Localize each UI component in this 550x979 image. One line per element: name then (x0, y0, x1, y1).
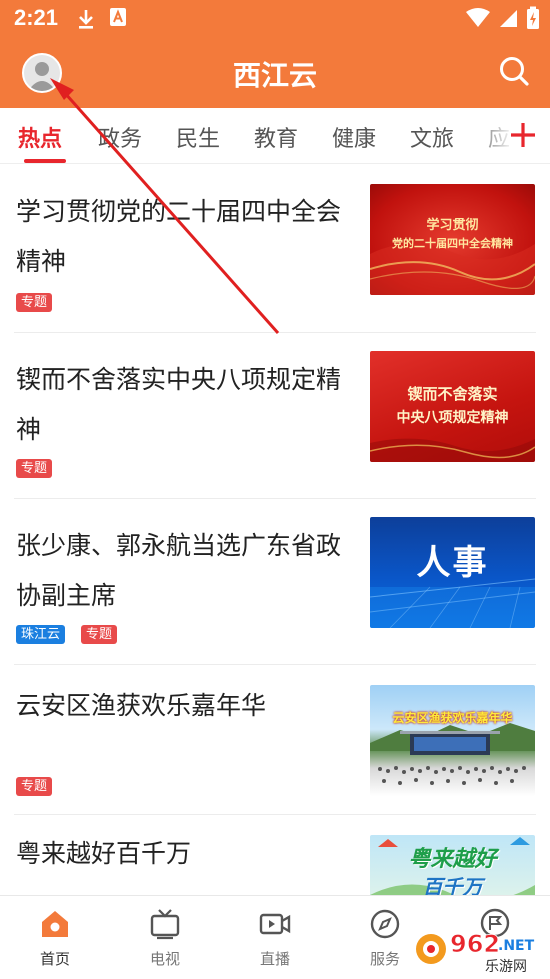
nav-live[interactable]: 直播 (220, 896, 330, 979)
thumb-caption-line1: 学习贯彻 (426, 218, 479, 233)
list-item[interactable]: 张少康、郭永航当选广东省政协副主席 珠江云 专题 人事 (0, 499, 550, 665)
a-badge-icon (110, 8, 126, 26)
news-thumbnail[interactable]: 学习贯彻 党的二十届四中全会精神 (370, 184, 535, 295)
topic-tag: 专题 (16, 459, 53, 478)
site-watermark-logo: 962 .NET 乐游网 (416, 930, 535, 975)
thumb-caption: 人事 (416, 543, 489, 583)
tab-education[interactable]: 教育 (254, 121, 298, 153)
status-bar: 2:21 (0, 0, 550, 38)
nav-tv[interactable]: 电视 (110, 896, 220, 979)
tag-group: 专题 (16, 293, 53, 312)
topic-tag: 专题 (81, 625, 118, 644)
home-icon (42, 911, 68, 937)
tab-culture-tourism[interactable]: 文旅 (410, 121, 454, 153)
news-title[interactable]: 云安区渔获欢乐嘉年华 (16, 681, 346, 731)
nav-label: 直播 (259, 950, 290, 968)
signal-icon (500, 10, 517, 27)
news-title[interactable]: 张少康、郭永航当选广东省政协副主席 (16, 521, 346, 621)
active-tab-indicator (24, 159, 66, 163)
thumb-caption-line2: 中央八项规定精神 (396, 410, 509, 426)
tag-group: 专题 (16, 459, 53, 478)
news-title[interactable]: 锲而不舍落实中央八项规定精神 (16, 355, 346, 455)
list-item[interactable]: 粤来越好百千万 粤来越好 百千万 (0, 815, 550, 915)
thumb-caption: 云安区渔获欢乐嘉年华 (392, 711, 513, 725)
nav-label: 首页 (39, 950, 70, 968)
source-tag: 珠江云 (16, 625, 66, 644)
thumb-caption-line1: 粤来越好 (408, 847, 497, 872)
topic-tag: 专题 (16, 777, 53, 796)
news-thumbnail[interactable]: 锲而不舍落实 中央八项规定精神 (370, 351, 535, 462)
thumb-caption-line1: 锲而不舍落实 (407, 385, 498, 403)
thumb-caption-line2: 党的二十届四中全会精神 (392, 237, 513, 250)
add-channel-icon[interactable] (510, 118, 536, 152)
nav-home[interactable]: 首页 (0, 896, 110, 979)
topic-tag: 专题 (16, 293, 53, 312)
category-tabs: 热点 政务 民生 教育 健康 文旅 应 (0, 108, 550, 164)
status-right-icons (466, 6, 540, 30)
tab-health[interactable]: 健康 (332, 121, 376, 153)
list-item[interactable]: 云安区渔获欢乐嘉年华 专题 云安区渔获欢乐嘉年华 (0, 665, 550, 815)
svg-text:乐游网: 乐游网 (485, 959, 527, 975)
thumb-decoration (370, 723, 535, 785)
tag-group: 珠江云 专题 (16, 625, 118, 644)
news-thumbnail[interactable]: 人事 (370, 517, 535, 628)
news-title[interactable]: 学习贯彻党的二十届四中全会精神 (16, 187, 346, 287)
tab-government[interactable]: 政务 (98, 121, 142, 153)
live-video-icon (259, 913, 291, 935)
tab-livelihood[interactable]: 民生 (176, 121, 220, 153)
title-bar: 西江云 (0, 40, 550, 106)
status-time: 2:21 (14, 5, 59, 30)
wifi-icon (466, 8, 490, 27)
list-item[interactable]: 学习贯彻党的二十届四中全会精神 专题 学习贯彻 党的二十届四中全会精神 (0, 165, 550, 333)
svg-text:962: 962 (450, 930, 500, 958)
svg-text:.NET: .NET (498, 938, 535, 954)
tag-group: 专题 (16, 777, 53, 796)
tab-hot[interactable]: 热点 (18, 121, 62, 153)
news-thumbnail[interactable]: 云安区渔获欢乐嘉年华 (370, 685, 535, 796)
tv-icon (150, 909, 180, 940)
nav-label: 电视 (149, 950, 180, 968)
battery-charging-icon (527, 6, 539, 29)
compass-icon (370, 909, 400, 939)
news-title[interactable]: 粤来越好百千万 (16, 829, 346, 879)
search-icon[interactable] (496, 53, 532, 89)
list-item[interactable]: 锲而不舍落实中央八项规定精神 专题 锲而不舍落实 中央八项规定精神 (0, 333, 550, 499)
app-header: 2:21 西江云 (0, 0, 550, 108)
app-title: 西江云 (232, 59, 317, 92)
download-icon (79, 10, 93, 29)
